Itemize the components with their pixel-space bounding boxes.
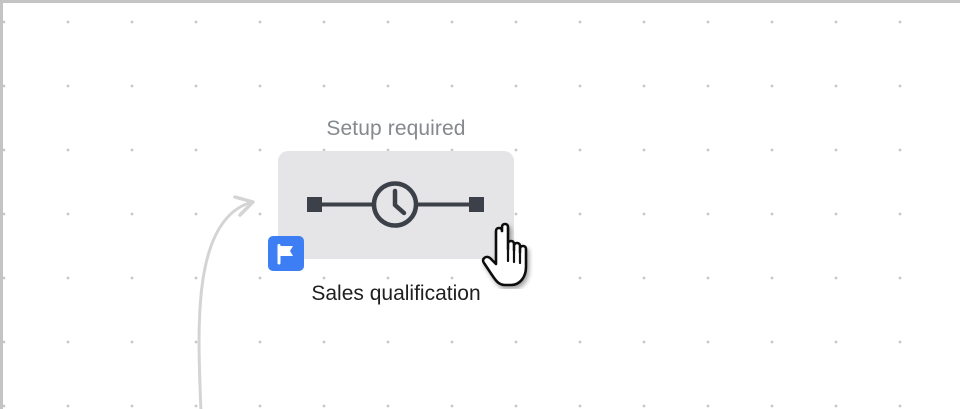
workflow-canvas[interactable]: Setup required Sales qualification: [0, 0, 960, 409]
clock-timer-icon: [307, 181, 484, 228]
flag-icon[interactable]: [268, 236, 304, 271]
step-title: Sales qualification: [311, 282, 481, 305]
setup-required-label: Setup required: [326, 117, 466, 140]
timer-step-node[interactable]: [278, 151, 514, 259]
